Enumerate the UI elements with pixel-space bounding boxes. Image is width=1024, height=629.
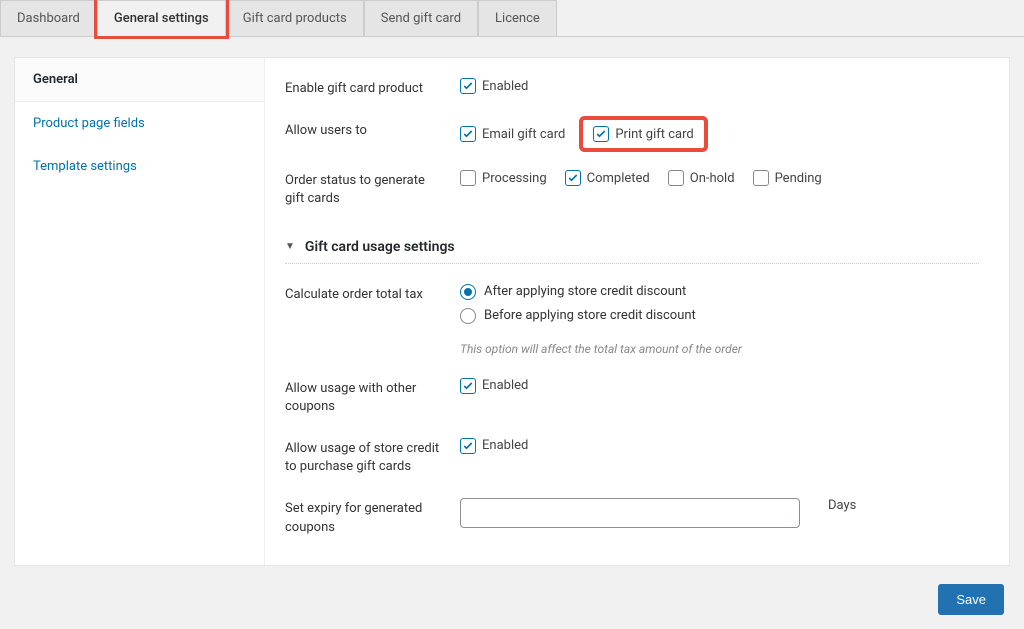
tab-bar: Dashboard General settings Gift card pro… [0, 0, 1024, 37]
checkbox-email-gift-card[interactable]: Email gift card [460, 126, 565, 142]
checkbox-label: Email gift card [482, 127, 565, 142]
checkbox-label: On-hold [690, 171, 735, 186]
checkbox-icon [668, 170, 684, 186]
label-order-status: Order status to generate gift cards [285, 170, 460, 208]
label-allow-store-credit: Allow usage of store credit to purchase … [285, 438, 460, 476]
expiry-unit: Days [828, 498, 856, 513]
check-icon [460, 378, 476, 394]
help-text-tax: This option will affect the total tax am… [460, 342, 742, 356]
radio-before-discount[interactable]: Before applying store credit discount [460, 308, 742, 324]
chevron-down-icon: ▼ [285, 241, 295, 252]
label-expiry: Set expiry for generated coupons [285, 498, 460, 536]
save-button[interactable]: Save [938, 584, 1004, 615]
section-usage-header[interactable]: ▼ Gift card usage settings [285, 239, 979, 264]
expiry-input[interactable] [460, 498, 800, 528]
checkbox-allow-store-credit[interactable]: Enabled [460, 438, 528, 454]
sidebar-item-product-page-fields[interactable]: Product page fields [15, 102, 264, 145]
checkbox-pending[interactable]: Pending [753, 170, 822, 186]
label-calc-tax: Calculate order total tax [285, 284, 460, 304]
checkbox-onhold[interactable]: On-hold [668, 170, 735, 186]
checkbox-allow-coupons[interactable]: Enabled [460, 378, 528, 394]
checkbox-label: Processing [482, 171, 547, 186]
label-enable-product: Enable gift card product [285, 78, 460, 98]
radio-icon [460, 308, 476, 324]
row-allow-coupons: Allow usage with other coupons Enabled [285, 378, 979, 416]
checkbox-label: Completed [587, 171, 650, 186]
row-allow-store-credit: Allow usage of store credit to purchase … [285, 438, 979, 476]
label-allow-users: Allow users to [285, 120, 460, 140]
row-calc-tax: Calculate order total tax After applying… [285, 284, 979, 356]
row-enable-product: Enable gift card product Enabled [285, 78, 979, 98]
row-order-status: Order status to generate gift cards Proc… [285, 170, 979, 208]
tab-gift-card-products[interactable]: Gift card products [226, 0, 364, 36]
check-icon [593, 126, 609, 142]
checkbox-print-gift-card[interactable]: Print gift card [583, 120, 703, 148]
checkbox-icon [460, 170, 476, 186]
settings-panel: Enable gift card product Enabled Allow u… [265, 58, 1009, 565]
radio-label: Before applying store credit discount [484, 308, 696, 323]
footer: Save [0, 574, 1024, 629]
checkbox-label: Enabled [482, 438, 528, 453]
checkbox-completed[interactable]: Completed [565, 170, 650, 186]
label-allow-coupons: Allow usage with other coupons [285, 378, 460, 416]
row-allow-users: Allow users to Email gift card Print gif… [285, 120, 979, 148]
checkbox-processing[interactable]: Processing [460, 170, 547, 186]
checkbox-label: Pending [775, 171, 822, 186]
checkbox-icon [753, 170, 769, 186]
section-title: Gift card usage settings [305, 239, 455, 255]
radio-after-discount[interactable]: After applying store credit discount [460, 284, 742, 300]
sidebar-item-template-settings[interactable]: Template settings [15, 145, 264, 188]
radio-label: After applying store credit discount [484, 284, 686, 299]
checkbox-label: Enabled [482, 79, 528, 94]
tab-send-gift-card[interactable]: Send gift card [364, 0, 478, 36]
tab-licence[interactable]: Licence [478, 0, 557, 36]
checkbox-label: Enabled [482, 378, 528, 393]
check-icon [460, 78, 476, 94]
content-wrapper: General Product page fields Template set… [14, 57, 1010, 566]
checkbox-label: Print gift card [615, 127, 693, 142]
checkbox-enable-product[interactable]: Enabled [460, 78, 528, 94]
check-icon [460, 126, 476, 142]
radio-icon [460, 284, 476, 300]
tab-general-settings[interactable]: General settings [97, 0, 226, 36]
tab-dashboard[interactable]: Dashboard [0, 0, 97, 36]
sidebar-item-general[interactable]: General [15, 58, 264, 102]
check-icon [565, 170, 581, 186]
check-icon [460, 438, 476, 454]
row-expiry: Set expiry for generated coupons Days [285, 498, 979, 536]
settings-sidebar: General Product page fields Template set… [15, 58, 265, 565]
